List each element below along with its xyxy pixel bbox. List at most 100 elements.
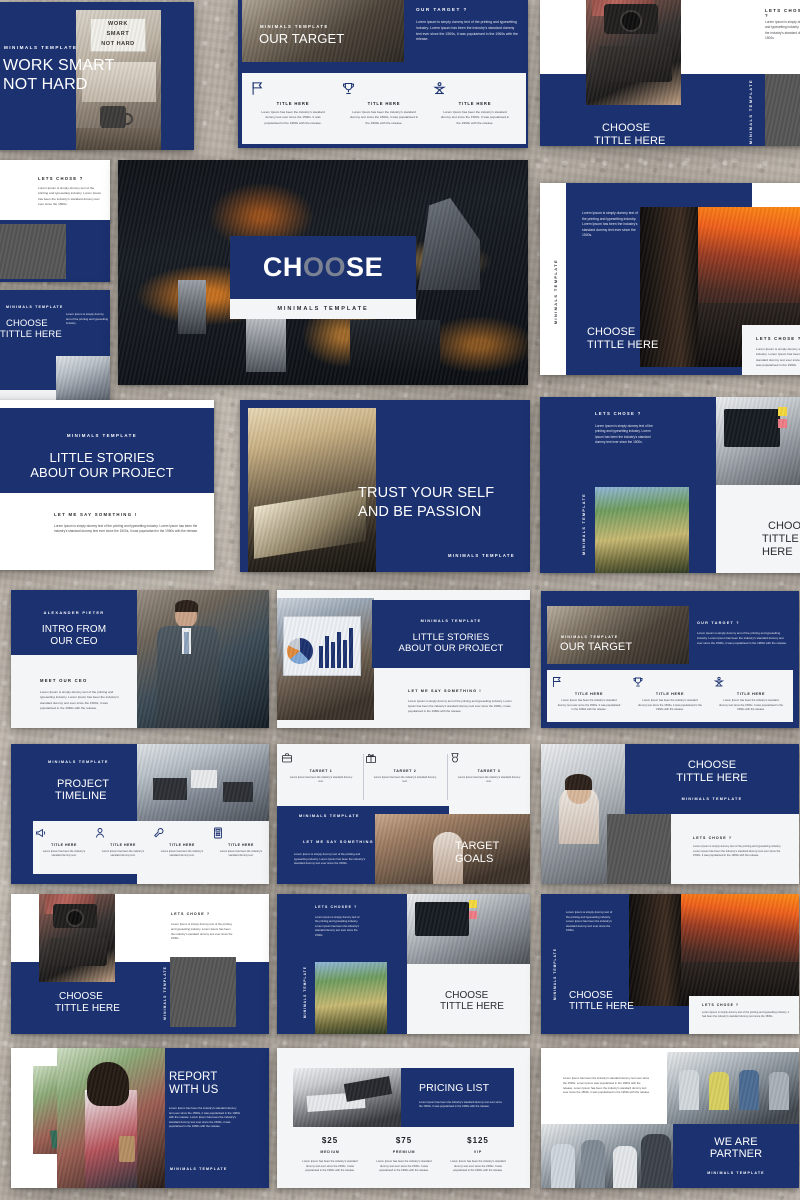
- slide-title-line2: TITTLE HERE: [569, 1001, 634, 1012]
- lets-chose-card[interactable]: LETS CHOSE ? Lorem Ipsum is simply dummy…: [689, 996, 799, 1034]
- target-column[interactable]: TITLE HERE Lorem Ipsum has been the indu…: [341, 81, 427, 126]
- photo-caption-work: WORK: [107, 21, 129, 27]
- slide-title-line1: CHOOSE: [6, 318, 48, 329]
- target-column-title: TITLE HERE: [574, 692, 604, 696]
- lets-chose-heading: LETS CHOSEE ?: [315, 905, 358, 909]
- trophy-icon: [341, 81, 427, 96]
- slide-body: Lorem Ipsum is simply dummy text of the …: [66, 312, 108, 326]
- vertical-brand: MINIMALS TEMPLATE: [582, 493, 586, 555]
- slide-kicker: MINIMALS TEMPLATE: [420, 619, 482, 623]
- plan-name: PREMIUM: [392, 1150, 416, 1154]
- plan-body: Lorem Ipsum has been the industry's stan…: [302, 1160, 358, 1173]
- target-item-body: Lorem Ipsum has been the industry's stan…: [457, 776, 521, 784]
- photo-handshake-contract: [293, 1068, 401, 1127]
- slide-choose-camera-b[interactable]: LETS CHOSE ? Lorem Ipsum is simply dummy…: [11, 894, 269, 1034]
- slide-report-with-us[interactable]: REPORT WITH US Lorem Ipsum has been the …: [11, 1048, 269, 1188]
- slide-title-line1: WORK SMART: [3, 57, 115, 74]
- slide-choose-field[interactable]: LETS CHOSE ? Lorem Ipsum is simply dummy…: [540, 397, 800, 573]
- lets-chose-body: Lorem Ipsum is simply dummy text of the …: [756, 347, 800, 367]
- timeline-columns-panel: TITLE HERE Lorem Ipsum has been the indu…: [33, 821, 269, 874]
- wrench-icon: [153, 827, 211, 839]
- slide-choose-camera-right[interactable]: CHOOSE TITTLE HERE LETS CHOSE ? Lorem Ip…: [540, 0, 800, 146]
- pricing-plan[interactable]: $125 VIP Lorem Ipsum has been the indust…: [441, 1136, 515, 1174]
- target-column[interactable]: TITLE HERE Lorem Ipsum has been the indu…: [432, 81, 518, 126]
- slide-little-stories-b[interactable]: MINIMALS TEMPLATE LITTLE STORIES ABOUT O…: [277, 590, 530, 728]
- slide-our-target-top[interactable]: MINIMALS TEMPLATE OUR TARGET OUR TARGET …: [238, 0, 528, 148]
- photo-laptop-charts: [277, 598, 374, 720]
- slide-choose-field-b[interactable]: LETS CHOSEE ? Lorem Ipsum is simply dumm…: [277, 894, 530, 1034]
- lets-chose-body: Lorem Ipsum is simply dummy text of the …: [765, 20, 800, 41]
- slide-little-stories-a[interactable]: MINIMALS TEMPLATE LITTLE STORIES ABOUT O…: [0, 400, 214, 570]
- target-column[interactable]: TITLE HERE Lorem Ipsum has been the indu…: [632, 676, 708, 713]
- lets-chose-heading: LETS CHOSE ?: [595, 411, 642, 416]
- slide-body: Lorem Ipsum has been the industry's stan…: [563, 1076, 650, 1095]
- let-me-say-body: Lorem Ipsum is simply dummy text of the …: [294, 852, 366, 866]
- slide-title-line2: NOT HARD: [3, 76, 88, 93]
- timeline-column-title: TITLE HERE: [228, 843, 254, 847]
- slide-our-target-b[interactable]: MINIMALS TEMPLATE OUR TARGET OUR TARGET …: [541, 591, 799, 728]
- photo-woman-coffee-plaid: [57, 1048, 165, 1188]
- target-column[interactable]: TITLE HERE Lorem Ipsum has been the indu…: [551, 676, 627, 713]
- slide-target-goals[interactable]: TARGET 1 Lorem Ipsum has been the indust…: [277, 744, 530, 884]
- slide-footer-brand: MINIMALS TEMPLATE: [707, 1171, 765, 1175]
- target-column[interactable]: TITLE HERE Lorem Ipsum has been the indu…: [250, 81, 336, 126]
- lets-chose-body: Lorem Ipsum is simply dummy text of the …: [171, 922, 233, 941]
- vertical-brand: MINIMALS TEMPLATE: [748, 79, 753, 145]
- slide-edge-left-top[interactable]: LETS CHOSE ? Lorem Ipsum is simply dummy…: [0, 160, 110, 282]
- photo-man-laptop-cafe: [170, 957, 236, 1027]
- slide-title-line1: CHOOSE: [602, 122, 651, 134]
- target-column-title: TITLE HERE: [458, 101, 492, 106]
- target-column-title: TITLE HERE: [367, 101, 401, 106]
- timeline-column-body: Lorem Ipsum has been the industry's stan…: [42, 850, 86, 858]
- slide-project-timeline[interactable]: MINIMALS TEMPLATE PROJECT TIMELINE TITLE…: [11, 744, 269, 884]
- hero-subtitle: MINIMALS TEMPLATE: [277, 306, 369, 312]
- timeline-column-title: TITLE HERE: [51, 843, 77, 847]
- slide-kicker: MINIMALS TEMPLATE: [48, 760, 109, 764]
- slide-kicker: MINIMALS TEMPLATE: [681, 797, 743, 801]
- slide-title-line1: CHOOSE: [768, 520, 800, 532]
- flag-icon: [551, 676, 627, 688]
- slide-trust-yourself[interactable]: TRUST YOUR SELF AND BE PASSION MINIMALS …: [240, 400, 530, 572]
- target-column-body: Lorem Ipsum has been the industry's stan…: [719, 699, 783, 712]
- target-question-body: Lorem Ipsum is simply dummy text of the …: [697, 631, 787, 645]
- photo-caption-not-hard: NOT HARD: [101, 41, 135, 47]
- slide-pricing-list[interactable]: PRICING LIST Lorem Ipsum has been the in…: [277, 1048, 530, 1188]
- slide-edge-left-mid[interactable]: MINIMALS TEMPLATE CHOOSE TITTLE HERE Lor…: [0, 290, 110, 412]
- hero-title-ch: CH: [262, 252, 303, 282]
- photo-man-laptop-cafe: [0, 224, 66, 279]
- slide-title-line2: TITTLE HERE: [0, 329, 62, 340]
- briefcase-icon: [281, 752, 361, 764]
- meet-ceo-heading: MEET OUR CEO: [40, 678, 88, 683]
- slide-body: Lorem Ipsum has been the industry's stan…: [169, 1106, 241, 1129]
- slide-intro-ceo[interactable]: ALEXANDER PIETER INTRO FROM OUR CEO MEET…: [11, 590, 269, 728]
- timeline-column[interactable]: TITLE HERE Lorem Ipsum has been the indu…: [212, 827, 269, 859]
- lets-chose-card[interactable]: LETS CHOSE ? Lorem Ipsum is simply dummy…: [742, 325, 800, 375]
- timeline-column[interactable]: TITLE HERE Lorem Ipsum has been the indu…: [153, 827, 211, 859]
- photo-man-laptop-cafe: [765, 74, 800, 146]
- slide-we-are-partner[interactable]: Lorem Ipsum has been the industry's stan…: [541, 1048, 799, 1188]
- slide-kicker: MINIMALS TEMPLATE: [4, 45, 78, 50]
- slide-title-line2: PARTNER: [709, 1148, 763, 1160]
- slide-body: Lorem Ipsum is simply dummy text of the …: [566, 910, 613, 933]
- slide-title-line1: LITTLE STORIES: [412, 632, 490, 643]
- photo-woman-monitor-desk: [407, 894, 530, 964]
- lets-chose-body: Lorem Ipsum is simply dummy text of the …: [693, 845, 782, 858]
- slide-hero-choose[interactable]: CHOOSE MINIMALS TEMPLATE: [118, 160, 528, 385]
- target-column-body: Lorem Ipsum has been the industry's stan…: [349, 110, 419, 125]
- timeline-column[interactable]: TITLE HERE Lorem Ipsum has been the indu…: [35, 827, 93, 859]
- slide-choose-rail[interactable]: Lorem Ipsum is simply dummy text of the …: [540, 183, 800, 375]
- target-item[interactable]: TARGET 2 Lorem Ipsum has been the indust…: [365, 752, 445, 785]
- slide-choose-rail-b[interactable]: Lorem Ipsum is simply dummy text of the …: [541, 894, 799, 1034]
- megaphone-icon: [35, 827, 93, 839]
- slide-choose-students[interactable]: CHOOSE TITTLE HERE MINIMALS TEMPLATE LET…: [541, 744, 799, 884]
- timeline-column[interactable]: TITLE HERE Lorem Ipsum has been the indu…: [94, 827, 152, 859]
- target-column[interactable]: TITLE HERE Lorem Ipsum has been the indu…: [713, 676, 789, 713]
- pricing-plan[interactable]: $25 MEDIUM Lorem Ipsum has been the indu…: [293, 1136, 367, 1174]
- pricing-plan[interactable]: $75 PREMIUM Lorem Ipsum has been the ind…: [367, 1136, 441, 1174]
- slide-title-line2: TITTLE HERE: [594, 135, 666, 146]
- slide-work-smart[interactable]: WORK SMART NOT HARD MINIMALS TEMPLATE WO…: [0, 2, 194, 150]
- target-item[interactable]: TARGET 1 Lorem Ipsum has been the indust…: [281, 752, 361, 785]
- slide-kicker: MINIMALS TEMPLATE: [299, 814, 360, 818]
- lets-chose-card[interactable]: LETS CHOSE ? Lorem Ipsum is simply dummy…: [671, 814, 799, 884]
- target-item[interactable]: TARGET 3 Lorem Ipsum has been the indust…: [449, 752, 529, 785]
